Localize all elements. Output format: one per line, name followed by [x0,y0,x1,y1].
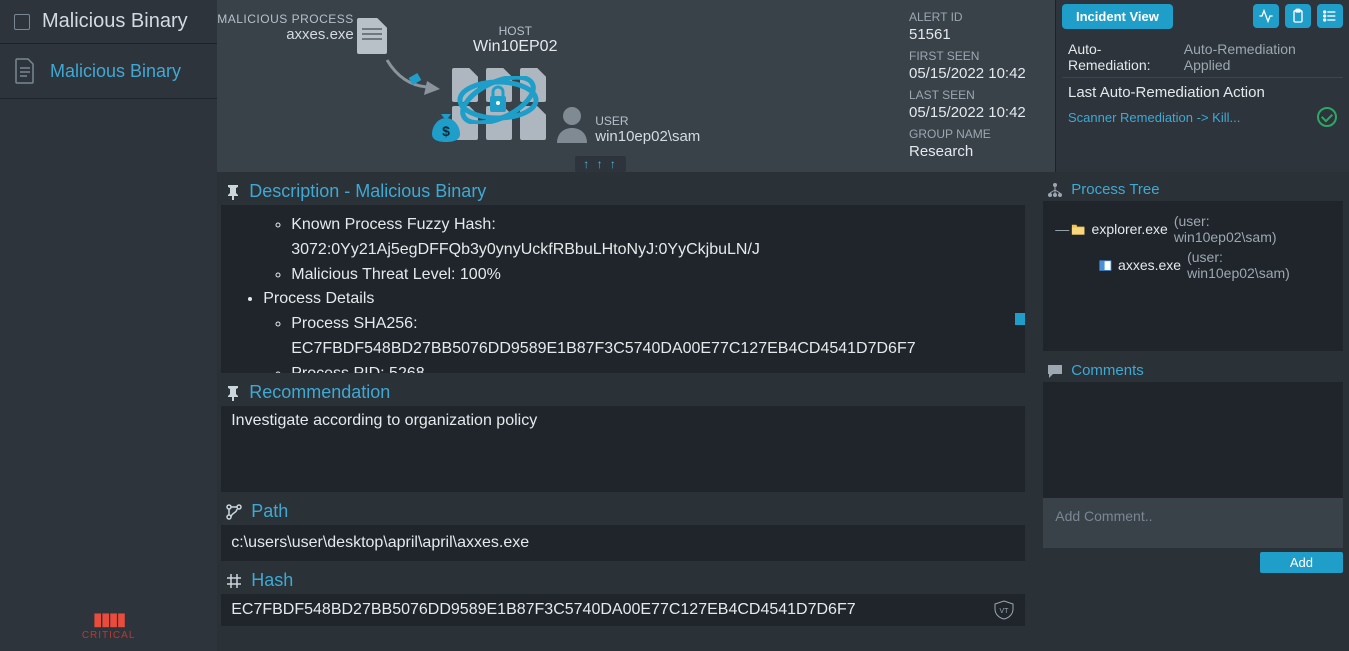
process-pid: Process PID: 5268 [291,362,1011,373]
tree-root-name: explorer.exe [1092,221,1168,237]
activity-icon[interactable] [1253,4,1279,28]
comments-list [1043,382,1343,498]
pin-icon[interactable] [225,184,241,200]
incident-view-button[interactable]: Incident View [1062,4,1173,29]
malicious-process-label-block: MALICIOUS PROCESS axxes.exe [217,12,354,43]
comments-title: Comments [1071,362,1144,379]
last-seen: 05/15/2022 10:42 [909,104,1051,121]
alert-id-label: ALERT ID [909,10,1051,24]
list-icon[interactable] [1317,4,1343,28]
process-name: axxes.exe [217,26,354,43]
user-name: win10ep02\sam [595,128,700,145]
success-icon [1317,107,1337,127]
hash-value: EC7FBDF548BD27BB5076DD9589E1B87F3C5740DA… [231,601,855,619]
first-seen: 05/15/2022 10:42 [909,65,1051,82]
sidebar-title: Malicious Binary [42,10,188,33]
scrollbar-thumb[interactable] [1015,313,1025,325]
signal-icon: ▮▮▮▮ [0,609,217,630]
clipboard-icon[interactable] [1285,4,1311,28]
first-seen-label: FIRST SEEN [909,49,1051,63]
branch-icon [225,503,243,521]
severity-label: CRITICAL [0,630,217,641]
process-tree-body: — explorer.exe (user: win10ep02\sam) axx… [1043,201,1343,351]
document-icon [14,58,36,84]
remediation-panel: Incident View Auto-Remediation: Auto-Rem… [1055,0,1349,172]
last-action-link[interactable]: Scanner Remediation -> Kill... [1068,110,1240,125]
description-title: Description - Malicious Binary [249,181,486,202]
comment-input[interactable] [1043,498,1343,548]
user-block: USER win10ep02\sam [595,114,700,145]
sha-label: Process SHA256: [291,315,417,332]
hash-title: Hash [251,570,293,591]
sidebar: Malicious Binary Malicious Binary ▮▮▮▮ C… [0,0,217,651]
folder-icon [1071,222,1085,236]
auto-rem-label: Auto-Remediation: [1068,41,1178,73]
auto-rem-value: Auto-Remediation Applied [1184,41,1337,73]
comment-icon [1047,363,1063,379]
host-block: HOST Win10EP02 [455,24,575,56]
auto-remediation-status: Auto-Remediation: Auto-Remediation Appli… [1062,37,1343,78]
tree-child-name: axxes.exe [1118,257,1181,273]
user-icon [555,105,589,143]
sidebar-header: Malicious Binary [0,0,217,44]
add-comment-button[interactable]: Add [1260,552,1343,573]
group-label: GROUP NAME [909,127,1051,141]
process-tree-header: Process Tree [1043,178,1343,201]
host-label: HOST [455,24,575,38]
recommendation-title: Recommendation [249,382,390,403]
sha-value: EC7FBDF548BD27BB5076DD9589E1B87F3C5740DA… [291,340,915,357]
process-label: MALICIOUS PROCESS [217,12,354,26]
money-bag-icon: $ [427,108,465,146]
sidebar-item-label: Malicious Binary [50,61,181,82]
virustotal-icon[interactable]: VT [993,600,1015,620]
process-details-label: Process Details [263,287,1011,312]
alert-metadata: ALERT ID 51561 FIRST SEEN 05/15/2022 10:… [905,0,1055,172]
fuzzy-hash-value: 3072:0Yy21Aj5egDFFQb3y0ynyUckfRBbuLHtoNy… [291,241,760,258]
sidebar-item-malicious-binary[interactable]: Malicious Binary [0,44,217,99]
tree-row-root[interactable]: — explorer.exe (user: win10ep02\sam) [1055,211,1331,247]
svg-text:$: $ [442,123,450,139]
description-body: Known Process Fuzzy Hash: 3072:0Yy21Aj5eg… [221,205,1025,373]
last-seen-label: LAST SEEN [909,88,1051,102]
tree-child-user: (user: win10ep02\sam) [1187,249,1331,281]
app-icon [1099,258,1112,272]
fuzzy-hash-label: Known Process Fuzzy Hash: [291,216,496,233]
user-label: USER [595,114,700,128]
group-name: Research [909,143,1051,160]
path-body: c:\users\user\desktop\april\april\axxes.… [221,525,1025,561]
last-action-header: Last Auto-Remediation Action [1068,84,1337,101]
hash-icon [225,572,243,590]
tree-root-user: (user: win10ep02\sam) [1174,213,1331,245]
path-title: Path [251,501,288,522]
alert-header: MALICIOUS PROCESS axxes.exe HOST Win10EP… [217,0,1349,172]
recommendation-body: Investigate according to organization po… [221,406,1025,492]
severity-indicator: ▮▮▮▮ CRITICAL [0,609,217,651]
description-section: Description - Malicious Binary Known Pro… [221,178,1025,373]
process-visual: MALICIOUS PROCESS axxes.exe HOST Win10EP… [217,0,905,172]
pin-icon[interactable] [225,385,241,401]
file-icon [357,18,387,54]
tree-collapse-icon[interactable]: — [1055,221,1065,237]
collapse-arrows-icon[interactable]: ↑ ↑ ↑ [575,156,626,172]
recommendation-section: Recommendation Investigate according to … [221,379,1025,492]
tree-icon [1047,182,1063,198]
details-column: Description - Malicious Binary Known Pro… [217,172,1027,651]
path-section: Path c:\users\user\desktop\april\april\a… [221,498,1025,561]
side-column: Process Tree — explorer.exe (user: win10… [1027,172,1349,651]
tree-row-child[interactable]: axxes.exe (user: win10ep02\sam) [1055,247,1331,283]
process-tree-title: Process Tree [1071,181,1159,198]
hash-section: Hash EC7FBDF548BD27BB5076DD9589E1B87F3C5… [221,567,1025,626]
comments-header: Comments [1043,359,1343,382]
threat-level: Malicious Threat Level: 100% [291,263,1011,288]
select-checkbox[interactable] [14,14,30,30]
svg-text:VT: VT [1000,608,1010,615]
alert-id: 51561 [909,26,1051,43]
arrow-icon [382,55,442,95]
host-name: Win10EP02 [455,38,575,56]
